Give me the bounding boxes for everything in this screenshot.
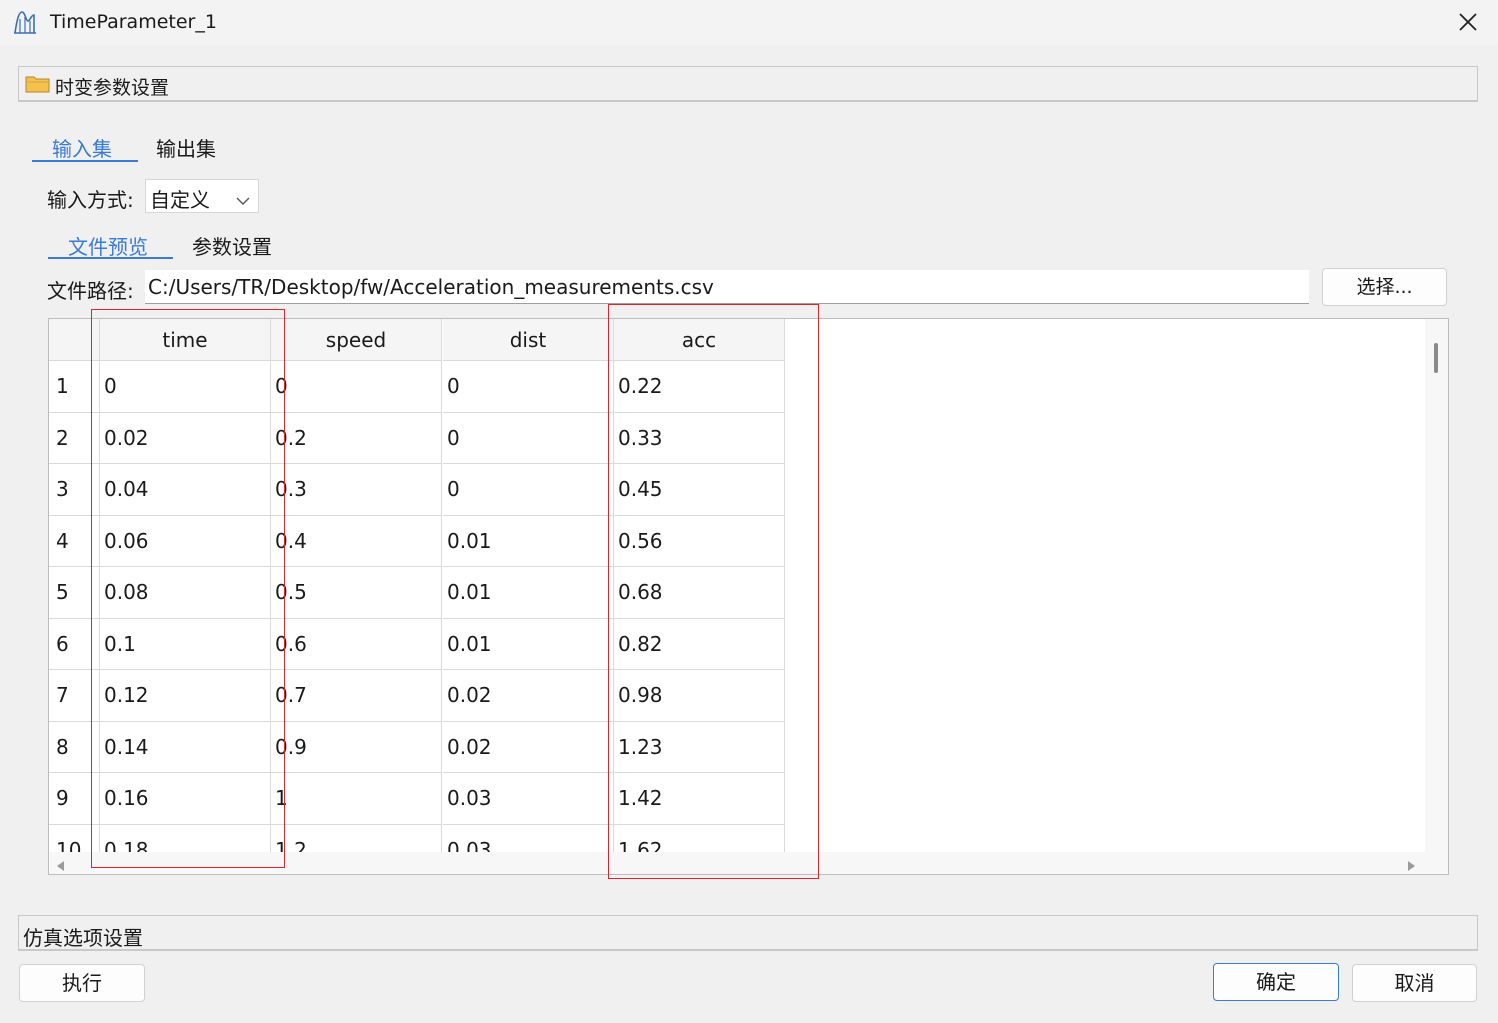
- table-cell-dist[interactable]: 0.03: [443, 824, 614, 852]
- table-cell-speed[interactable]: 0: [271, 361, 442, 413]
- vertical-scrollbar-thumb[interactable]: [1434, 343, 1438, 373]
- table-cell-speed[interactable]: 1.2: [271, 824, 442, 852]
- tab-file-preview[interactable]: 文件预览: [68, 231, 148, 266]
- tab-output-set[interactable]: 输出集: [156, 133, 216, 168]
- table-cell-speed[interactable]: 0.4: [271, 515, 442, 567]
- table-cell-acc[interactable]: 1.23: [614, 721, 785, 773]
- table-corner[interactable]: [49, 319, 100, 361]
- table-cell-dist[interactable]: 0.02: [443, 670, 614, 722]
- table-cell-dist[interactable]: 0.01: [443, 515, 614, 567]
- table-cell-time[interactable]: 0.1: [100, 618, 271, 670]
- table-cell-acc[interactable]: 0.45: [614, 464, 785, 516]
- scroll-left-icon[interactable]: [55, 857, 65, 874]
- data-table: time speed dist acc 1 0 0 0 0.22 2 0.02 0.2 0 0.33 3 0.…: [48, 318, 1449, 875]
- row-header[interactable]: 7: [49, 670, 100, 722]
- row-header[interactable]: 3: [49, 464, 100, 516]
- table-viewport: time speed dist acc 1 0 0 0 0.22 2 0.02 0.2 0 0.33 3 0.…: [49, 319, 1425, 852]
- table-cell-time[interactable]: 0.18: [100, 824, 271, 852]
- table-cell-acc[interactable]: 0.22: [614, 361, 785, 413]
- row-header[interactable]: 4: [49, 515, 100, 567]
- table-cell-time[interactable]: 0.08: [100, 567, 271, 619]
- table-cell-speed[interactable]: 0.2: [271, 412, 442, 464]
- row-header[interactable]: 8: [49, 721, 100, 773]
- tab-file-preview-underline: [48, 257, 173, 259]
- row-header[interactable]: 2: [49, 412, 100, 464]
- table-cell-time[interactable]: 0.02: [100, 412, 271, 464]
- table-cell-dist[interactable]: 0.01: [443, 567, 614, 619]
- input-mode-label: 输入方式:: [47, 188, 134, 212]
- chevron-down-icon: [236, 191, 250, 210]
- table-cell-dist[interactable]: 0: [443, 412, 614, 464]
- table-cell-speed[interactable]: 0.3: [271, 464, 442, 516]
- row-header[interactable]: 5: [49, 567, 100, 619]
- table-cell-speed[interactable]: 0.6: [271, 618, 442, 670]
- group-title: 时变参数设置: [55, 77, 170, 99]
- cancel-button[interactable]: 取消: [1352, 964, 1477, 1002]
- column-header-acc[interactable]: acc: [614, 319, 785, 361]
- column-header-time[interactable]: time: [100, 319, 271, 361]
- table-cell-speed[interactable]: 0.9: [271, 721, 442, 773]
- table-cell-dist[interactable]: 0: [443, 361, 614, 413]
- table-cell-acc[interactable]: 1.62: [614, 824, 785, 852]
- dialog-window: TimeParameter_1 时变参数设置 输入集 输出集 输入方式: 自定义…: [0, 0, 1498, 1023]
- column-header-dist[interactable]: dist: [443, 319, 614, 361]
- input-mode-select[interactable]: 自定义: [145, 179, 259, 213]
- table-cell-speed[interactable]: 1: [271, 773, 442, 825]
- table-cell-dist[interactable]: 0.03: [443, 773, 614, 825]
- table-cell-time[interactable]: 0.12: [100, 670, 271, 722]
- table-cell-acc[interactable]: 0.68: [614, 567, 785, 619]
- input-mode-value: 自定义: [150, 188, 210, 212]
- table-cell-speed[interactable]: 0.5: [271, 567, 442, 619]
- window-title: TimeParameter_1: [50, 11, 217, 33]
- chart-icon: [12, 9, 38, 35]
- choose-file-button[interactable]: 选择...: [1322, 268, 1447, 306]
- table-cell-acc[interactable]: 0.98: [614, 670, 785, 722]
- horizontal-scrollbar[interactable]: [49, 852, 1448, 874]
- tab-input-set-underline: [32, 160, 138, 162]
- table-cell-time[interactable]: 0.04: [100, 464, 271, 516]
- file-path-input[interactable]: [145, 270, 1309, 304]
- close-icon: [1459, 13, 1477, 31]
- row-header[interactable]: 1: [49, 361, 100, 413]
- tab-param-settings[interactable]: 参数设置: [192, 231, 272, 266]
- table-cell-speed[interactable]: 0.7: [271, 670, 442, 722]
- table-cell-dist[interactable]: 0.01: [443, 618, 614, 670]
- table-cell-acc[interactable]: 0.33: [614, 412, 785, 464]
- table-cell-acc[interactable]: 0.82: [614, 618, 785, 670]
- table-cell-dist[interactable]: 0.02: [443, 721, 614, 773]
- simulation-options-label: 仿真选项设置: [23, 926, 143, 950]
- table-cell-time[interactable]: 0.16: [100, 773, 271, 825]
- row-header[interactable]: 10: [49, 824, 100, 852]
- table-cell-time[interactable]: 0: [100, 361, 271, 413]
- column-header-speed[interactable]: speed: [271, 319, 442, 361]
- close-button[interactable]: [1448, 4, 1488, 40]
- execute-button[interactable]: 执行: [19, 964, 145, 1002]
- vertical-scrollbar[interactable]: [1425, 319, 1448, 852]
- file-path-label: 文件路径:: [47, 279, 134, 303]
- title-bar: TimeParameter_1: [0, 0, 1498, 46]
- simulation-options-header[interactable]: 仿真选项设置: [18, 915, 1478, 951]
- table-cell-time[interactable]: 0.14: [100, 721, 271, 773]
- scroll-right-icon[interactable]: [1407, 857, 1417, 874]
- time-param-group-header[interactable]: 时变参数设置: [18, 66, 1478, 102]
- table-cell-acc[interactable]: 1.42: [614, 773, 785, 825]
- row-header[interactable]: 6: [49, 618, 100, 670]
- table-cell-time[interactable]: 0.06: [100, 515, 271, 567]
- table-cell-dist[interactable]: 0: [443, 464, 614, 516]
- row-header[interactable]: 9: [49, 773, 100, 825]
- table-cell-acc[interactable]: 0.56: [614, 515, 785, 567]
- confirm-button[interactable]: 确定: [1213, 963, 1339, 1001]
- tab-input-set[interactable]: 输入集: [52, 133, 112, 168]
- folder-icon: [25, 74, 51, 94]
